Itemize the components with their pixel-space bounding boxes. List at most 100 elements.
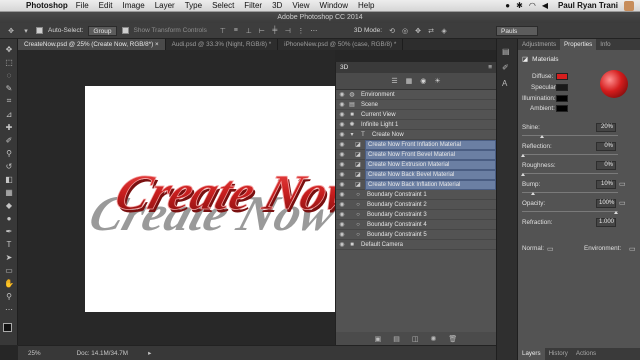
shine-value[interactable]: 20%: [596, 123, 616, 132]
roll-icon[interactable]: ◎: [400, 26, 410, 36]
diffuse-swatch[interactable]: [556, 73, 568, 80]
path-select-tool-icon[interactable]: ➤: [3, 251, 15, 263]
user-name[interactable]: Paul Ryan Trani: [558, 1, 618, 10]
eye-icon[interactable]: ◉: [336, 131, 348, 138]
auto-select-checkbox[interactable]: [36, 27, 43, 34]
scale-icon[interactable]: ◈: [439, 26, 449, 36]
chevron-down-icon[interactable]: ▾: [21, 26, 31, 36]
menu-image[interactable]: Image: [122, 1, 144, 10]
gradient-tool-icon[interactable]: ▦: [3, 186, 15, 198]
shape-tool-icon[interactable]: ▭: [3, 264, 15, 276]
specular-swatch[interactable]: [556, 84, 568, 91]
history-panel-icon[interactable]: ▤: [502, 47, 510, 56]
crop-tool-icon[interactable]: ⌗: [3, 95, 15, 107]
scene-row-boundary-constraint-1[interactable]: ◉ ○ Boundary Constraint 1: [336, 190, 496, 200]
distribute-icon[interactable]: ⋮: [296, 26, 306, 36]
menu-window[interactable]: Window: [320, 1, 348, 10]
eyedropper-tool-icon[interactable]: ⊿: [3, 108, 15, 120]
brush-tool-icon[interactable]: ✐: [3, 134, 15, 146]
tab-actions[interactable]: Actions: [572, 348, 600, 360]
status-menu-arrow-icon[interactable]: ▸: [148, 350, 151, 357]
panel-menu-icon[interactable]: ≡: [488, 64, 496, 71]
opacity-slider[interactable]: [522, 211, 618, 212]
doc-tab-audi[interactable]: Audi.psd @ 33.3% (Night, RGB/8) *: [166, 39, 279, 50]
marquee-tool-icon[interactable]: ⬚: [3, 56, 15, 68]
orbit-icon[interactable]: ⟲: [387, 26, 397, 36]
tab-info[interactable]: Info: [596, 39, 614, 50]
ground-plane-icon[interactable]: ▤: [393, 335, 400, 343]
meshes-filter-icon[interactable]: ▦: [406, 77, 413, 85]
3d-panel-title[interactable]: 3D: [340, 64, 348, 71]
scene-row-extrusion-material[interactable]: ◉ ◪ Create Now Extrusion Material: [336, 159, 496, 170]
scene-row-boundary-constraint-4[interactable]: ◉ ○ Boundary Constraint 4: [336, 220, 496, 230]
reflection-slider-knob[interactable]: [521, 154, 525, 157]
eye-icon[interactable]: ◉: [336, 241, 348, 248]
opacity-value[interactable]: 100%: [596, 199, 616, 208]
add-light-icon[interactable]: ✺: [431, 335, 437, 343]
bump-value[interactable]: 10%: [596, 180, 616, 189]
eye-icon[interactable]: ◉: [336, 191, 348, 198]
eye-icon[interactable]: ◉: [336, 181, 348, 188]
tab-properties[interactable]: Properties: [560, 39, 597, 50]
pan-icon[interactable]: ✥: [413, 26, 423, 36]
app-menu[interactable]: Photoshop: [26, 1, 68, 10]
ambient-swatch[interactable]: [556, 105, 568, 112]
menu-help[interactable]: Help: [358, 1, 374, 10]
bump-slider-knob[interactable]: [531, 192, 535, 195]
material-preview-sphere[interactable]: [600, 70, 628, 98]
eye-icon[interactable]: ◉: [336, 111, 348, 118]
scene-row-boundary-constraint-3[interactable]: ◉ ○ Boundary Constraint 3: [336, 210, 496, 220]
tab-layers[interactable]: Layers: [518, 348, 545, 360]
brush-panel-icon[interactable]: ✐: [502, 63, 509, 72]
align-left-icon[interactable]: ⊢: [257, 26, 267, 36]
bump-slider[interactable]: [522, 192, 618, 193]
shine-slider[interactable]: [522, 135, 618, 136]
normal-folder-icon[interactable]: ▭: [547, 245, 554, 253]
scene-row-infinite-light[interactable]: ◉ ✺ Infinite Light 1: [336, 120, 496, 130]
scene-row-environment[interactable]: ◉ ◍ Environment: [336, 90, 496, 100]
align-top-icon[interactable]: ⊤: [218, 26, 228, 36]
pen-tool-icon[interactable]: ✒: [3, 225, 15, 237]
dodge-tool-icon[interactable]: ●: [3, 212, 15, 224]
edit-toolbar-icon[interactable]: ⋯: [3, 303, 15, 315]
eye-icon[interactable]: ◉: [336, 161, 348, 168]
hand-tool-icon[interactable]: ✋: [3, 277, 15, 289]
menu-edit[interactable]: Edit: [99, 1, 113, 10]
whole-scene-filter-icon[interactable]: ☰: [391, 77, 397, 85]
eye-icon[interactable]: ◉: [336, 151, 348, 158]
menu-type[interactable]: Type: [185, 1, 202, 10]
doc-tab-iphonenew[interactable]: iPhoneNew.psd @ 50% (case, RGB/8) *: [278, 39, 404, 50]
zoom-level[interactable]: 25%: [28, 350, 41, 357]
align-middle-icon[interactable]: ≡: [231, 26, 241, 36]
opacity-slider-knob[interactable]: [614, 211, 618, 214]
bump-folder-icon[interactable]: ▭: [619, 180, 626, 188]
eye-icon[interactable]: ◉: [336, 231, 348, 238]
eye-icon[interactable]: ◉: [336, 121, 348, 128]
lights-filter-icon[interactable]: ☀: [434, 77, 440, 85]
wifi-icon[interactable]: ◠: [529, 1, 536, 10]
volume-icon[interactable]: ◀: [542, 1, 548, 10]
healing-brush-tool-icon[interactable]: ✚: [3, 121, 15, 133]
document-canvas[interactable]: Create Now Create Now Create Now: [85, 86, 335, 312]
reflection-slider[interactable]: [522, 154, 618, 155]
zoom-tool-icon[interactable]: ⚲: [3, 290, 15, 302]
distribute-horizontal-icon[interactable]: ⋯: [309, 26, 319, 36]
workspace-dropdown[interactable]: Pauls: [496, 25, 539, 36]
opacity-folder-icon[interactable]: ▭: [619, 199, 626, 207]
bluetooth-icon[interactable]: ✱: [516, 1, 523, 10]
reflection-value[interactable]: 0%: [596, 142, 616, 151]
foreground-color-swatch[interactable]: [3, 323, 12, 332]
align-bottom-icon[interactable]: ⊥: [244, 26, 254, 36]
scene-row-boundary-constraint-2[interactable]: ◉ ○ Boundary Constraint 2: [336, 200, 496, 210]
auto-select-dropdown[interactable]: Group: [88, 25, 117, 36]
scene-row-scene[interactable]: ◉ ▤ Scene: [336, 100, 496, 110]
menu-select[interactable]: Select: [212, 1, 234, 10]
tab-history[interactable]: History: [545, 348, 572, 360]
roughness-value[interactable]: 0%: [596, 161, 616, 170]
type-tool-icon[interactable]: T: [3, 238, 15, 250]
render-icon[interactable]: ▣: [375, 335, 382, 343]
scene-row-current-view[interactable]: ◉ ■ Current View: [336, 110, 496, 120]
materials-filter-icon[interactable]: ◉: [420, 77, 426, 85]
history-brush-tool-icon[interactable]: ↺: [3, 160, 15, 172]
environment-folder-icon[interactable]: ▭: [629, 245, 636, 253]
